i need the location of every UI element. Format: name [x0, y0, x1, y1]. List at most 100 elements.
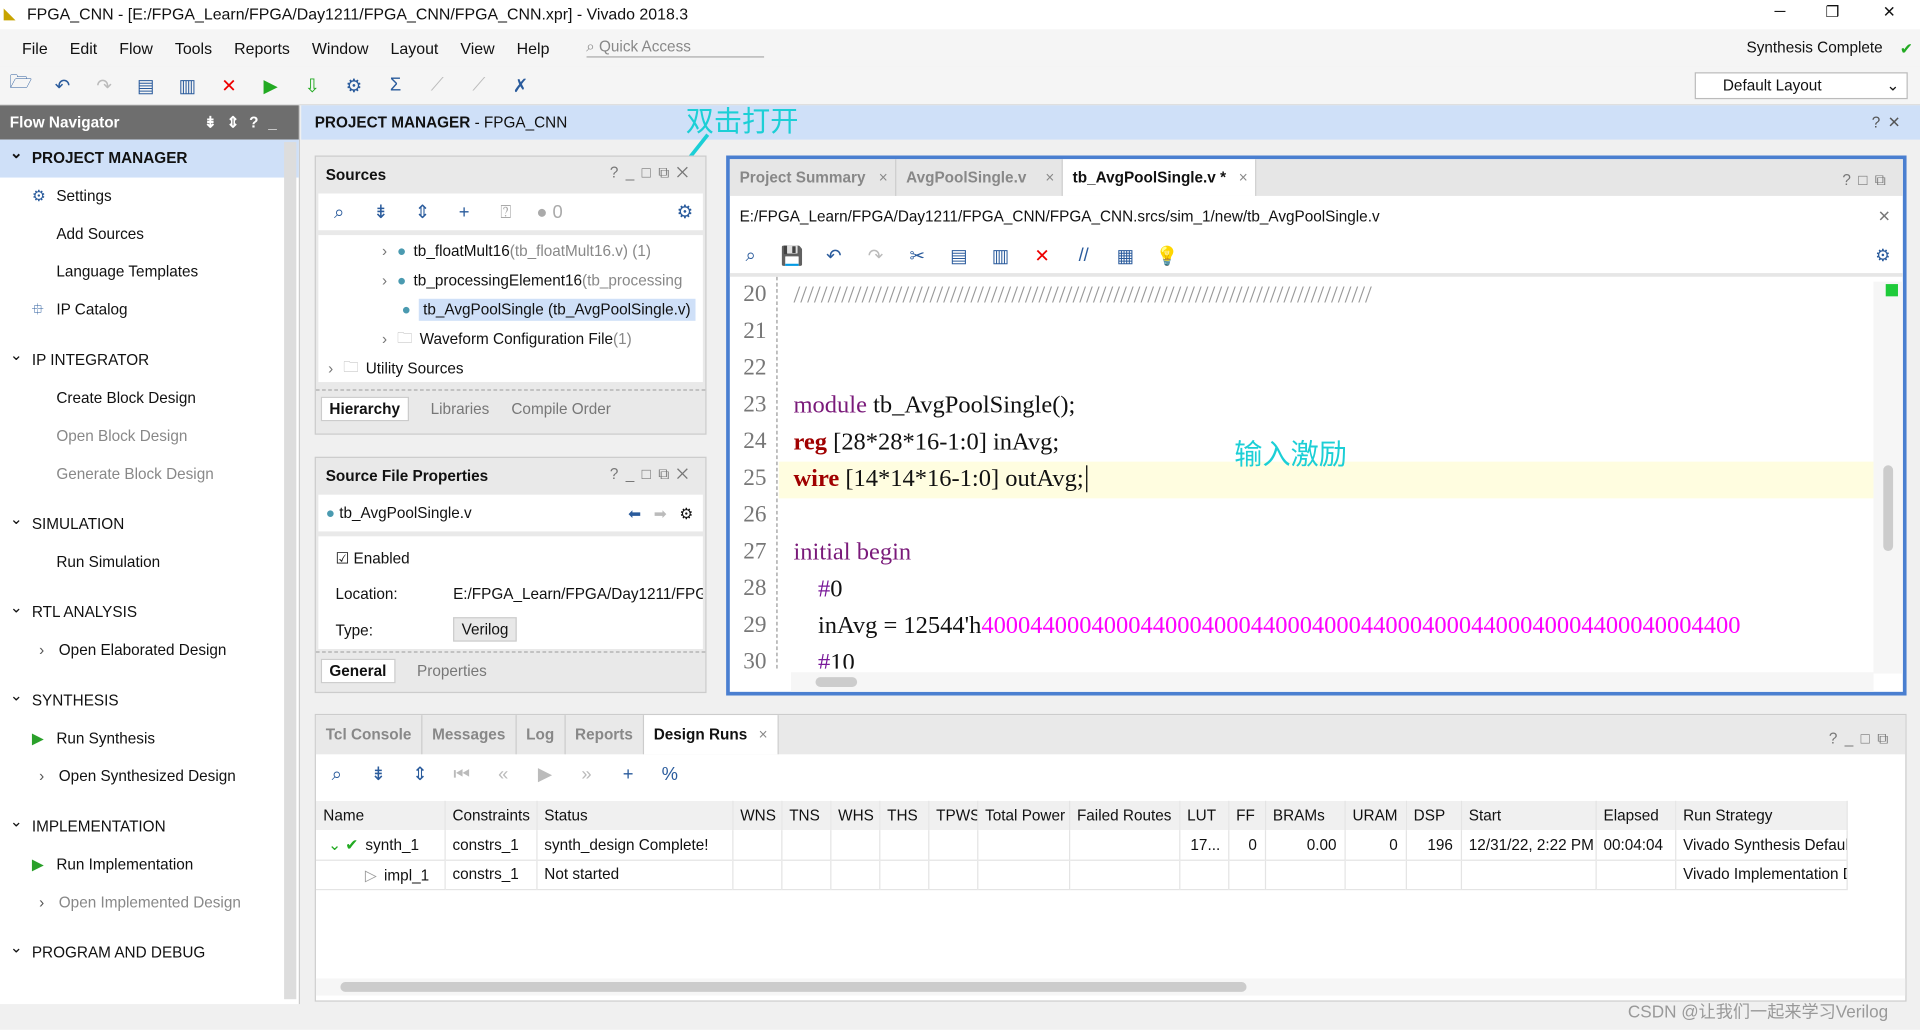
- nav-open-synthesized-design[interactable]: › Open Synthesized Design: [0, 758, 299, 796]
- copy-icon[interactable]: ▤: [125, 74, 167, 96]
- sigma-icon[interactable]: Σ: [375, 75, 417, 96]
- redo-icon[interactable]: ↷: [855, 244, 897, 267]
- nav-generate-block-design[interactable]: Generate Block Design: [0, 456, 299, 494]
- column-header[interactable]: URAM: [1344, 800, 1407, 831]
- runs-hscrollbar[interactable]: [315, 978, 1906, 996]
- save-icon[interactable]: 💾: [771, 244, 813, 267]
- panel-controls[interactable]: ?_□⧉✕: [610, 465, 696, 483]
- nav-ip-catalog[interactable]: ⯐ IP Catalog: [0, 291, 299, 329]
- table-row[interactable]: ⌄ ✔ synth_1 constrs_1 synth_design Complete…: [315, 830, 1848, 860]
- column-header[interactable]: Start: [1460, 800, 1597, 831]
- tool-disabled-icon[interactable]: ⟋: [416, 75, 458, 96]
- previous-icon[interactable]: «: [482, 763, 524, 784]
- menu-flow[interactable]: Flow: [119, 39, 153, 57]
- column-header[interactable]: TPWS: [928, 800, 978, 831]
- table-row[interactable]: ▷ impl_1 constrs_1 Not started Vivado Implem…: [315, 859, 1848, 889]
- column-header[interactable]: Elapsed: [1595, 800, 1676, 831]
- unknown-icon[interactable]: ⍰: [485, 201, 527, 222]
- tab-messages[interactable]: Messages: [422, 715, 517, 755]
- tree-item[interactable]: ● tb_AvgPoolSingle (tb_AvgPoolSingle.v): [402, 296, 696, 323]
- settings-icon[interactable]: ⚙: [333, 74, 375, 96]
- column-header[interactable]: THS: [879, 800, 929, 831]
- column-icon[interactable]: ▦: [1104, 244, 1146, 267]
- menu-window[interactable]: Window: [312, 39, 369, 57]
- minimize-button[interactable]: ─: [1774, 2, 1785, 19]
- search-icon[interactable]: ⌕: [730, 245, 772, 266]
- hint-icon[interactable]: 💡: [1146, 244, 1188, 267]
- comment-icon[interactable]: //: [1063, 245, 1105, 266]
- column-header[interactable]: WHS: [830, 800, 880, 831]
- editor-tab[interactable]: AvgPoolSingle.v ×: [896, 159, 1063, 196]
- tab-hierarchy[interactable]: Hierarchy: [320, 396, 409, 421]
- collapse-all-icon[interactable]: ⇟: [358, 763, 400, 785]
- nav-settings[interactable]: ⚙ Settings: [0, 178, 299, 216]
- tab-properties[interactable]: Properties: [417, 662, 487, 679]
- close-tab-icon[interactable]: ×: [759, 715, 768, 754]
- tree-item[interactable]: › ● tb_floatMult16 (tb_floatMult16.v) (1): [382, 238, 651, 265]
- section-synthesis[interactable]: SYNTHESIS: [0, 677, 299, 720]
- copy-icon[interactable]: ▤: [938, 244, 980, 267]
- run-icon[interactable]: ▶: [524, 763, 566, 785]
- nav-run-synthesis[interactable]: ▶ Run Synthesis: [0, 720, 299, 758]
- nav-run-implementation[interactable]: ▶ Run Implementation: [0, 846, 299, 884]
- collapse-all-icon[interactable]: ⇟: [360, 201, 402, 223]
- menu-tools[interactable]: Tools: [175, 39, 212, 57]
- section-implementation[interactable]: IMPLEMENTATION: [0, 803, 299, 846]
- menu-layout[interactable]: Layout: [391, 39, 439, 57]
- tool-cross-icon[interactable]: ✗: [500, 74, 542, 96]
- paste-icon[interactable]: ▥: [167, 74, 209, 96]
- tab-libraries[interactable]: Libraries: [431, 400, 490, 417]
- column-header[interactable]: LUT: [1179, 800, 1229, 831]
- nav-open-elaborated-design[interactable]: › Open Elaborated Design: [0, 632, 299, 670]
- bitstream-icon[interactable]: ⇩: [291, 74, 333, 96]
- menu-view[interactable]: View: [460, 39, 494, 57]
- close-window-button[interactable]: ✕: [1883, 2, 1896, 21]
- nav-run-simulation[interactable]: Run Simulation: [0, 544, 299, 582]
- gear-icon[interactable]: ⚙: [1875, 245, 1890, 266]
- tree-item[interactable]: › 🗀 Waveform Configuration File (1): [382, 326, 632, 353]
- undo-icon[interactable]: ↶: [42, 74, 84, 96]
- close-tab-icon[interactable]: ×: [1239, 159, 1248, 196]
- column-header[interactable]: FF: [1228, 800, 1266, 831]
- menu-edit[interactable]: Edit: [70, 39, 97, 57]
- section-simulation[interactable]: SIMULATION: [0, 501, 299, 544]
- column-header[interactable]: Total Power: [977, 800, 1070, 831]
- panel-controls[interactable]: ?□⧉: [1842, 171, 1893, 189]
- redo-icon[interactable]: ↷: [83, 74, 125, 96]
- gear-icon[interactable]: ⚙: [679, 504, 693, 522]
- column-header[interactable]: Run Strategy: [1675, 800, 1848, 831]
- search-icon[interactable]: ⌕: [316, 763, 358, 784]
- maximize-button[interactable]: ❐: [1825, 2, 1839, 21]
- section-program-and-debug[interactable]: PROGRAM AND DEBUG: [0, 929, 299, 972]
- tab-tcl-console[interactable]: Tcl Console: [316, 715, 423, 755]
- section-ip-integrator[interactable]: IP INTEGRATOR: [0, 337, 299, 380]
- panel-controls[interactable]: ?_□⧉✕: [610, 164, 696, 182]
- tool-disabled2-icon[interactable]: ⟋: [458, 75, 500, 96]
- expand-all-icon[interactable]: ⇕: [402, 201, 444, 223]
- column-header[interactable]: Status: [536, 800, 733, 831]
- gear-icon[interactable]: ⚙: [677, 201, 693, 223]
- quick-access-input[interactable]: ⌕ Quick Access: [586, 38, 764, 58]
- panel-controls[interactable]: ?_□⧉: [1829, 730, 1896, 748]
- enabled-checkbox[interactable]: ☑ Enabled: [336, 549, 410, 567]
- tab-log[interactable]: Log: [516, 715, 566, 755]
- open-project-icon[interactable]: 🗁: [0, 70, 42, 101]
- column-header[interactable]: BRAMs: [1264, 800, 1346, 831]
- flow-navigator-scrollbar[interactable]: [284, 142, 297, 1000]
- column-header[interactable]: Constraints: [444, 800, 537, 831]
- tab-compile-order[interactable]: Compile Order: [511, 400, 611, 417]
- back-icon[interactable]: ⬅: [628, 504, 641, 522]
- nav-create-block-design[interactable]: Create Block Design: [0, 380, 299, 418]
- nav-open-block-design[interactable]: Open Block Design: [0, 418, 299, 456]
- editor-tab[interactable]: Project Summary ×: [730, 159, 897, 196]
- percent-icon[interactable]: %: [649, 763, 691, 784]
- expand-all-icon[interactable]: ⇕: [399, 763, 441, 785]
- next-icon[interactable]: »: [566, 763, 608, 784]
- add-icon[interactable]: +: [443, 201, 485, 222]
- cut-icon[interactable]: ✂: [896, 244, 938, 267]
- column-header[interactable]: Failed Routes: [1068, 800, 1180, 831]
- undo-icon[interactable]: ↶: [813, 244, 855, 267]
- tab-design-runs[interactable]: Design Runs ×: [643, 715, 779, 755]
- delete-icon[interactable]: ✕: [1021, 244, 1063, 267]
- layout-select[interactable]: Default Layout ⌄: [1694, 71, 1908, 99]
